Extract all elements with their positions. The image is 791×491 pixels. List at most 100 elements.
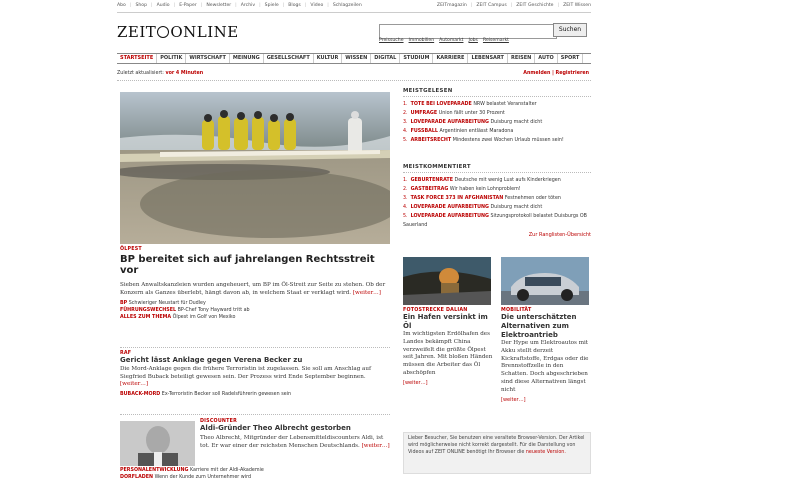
top-link[interactable]: Spiele [265, 3, 279, 8]
search-link[interactable]: Preissuche [379, 38, 404, 43]
top-link[interactable]: Blogs [288, 3, 301, 8]
nav-tab-gesellschaft[interactable]: GESELLSCHAFT [264, 54, 314, 63]
nav-tab-wissen[interactable]: WISSEN [342, 54, 372, 63]
separator: | [470, 3, 473, 8]
related-link[interactable]: BUBACK-MORD Ex-Terroristin Becker soll R… [120, 391, 390, 398]
top-link[interactable]: Shop [135, 3, 147, 8]
last-updated-label: Zuletzt aktualisiert: [117, 71, 164, 76]
ranking-item[interactable]: 2. UMFRAGE Union fällt unter 30 Prozent [403, 109, 591, 118]
last-updated: Zuletzt aktualisiert: vor 4 Minuten [117, 71, 203, 76]
ranking-item[interactable]: 3. LOVEPARADE AUFARBEITUNG Duisburg macht… [403, 118, 591, 127]
ranking-item[interactable]: 4. FUSSBALL Argentinien entlässt Maradona [403, 127, 591, 136]
browser-update-link[interactable]: neueste Version. [526, 450, 566, 455]
nav-tab-politik[interactable]: POLITIK [157, 54, 187, 63]
top-link[interactable]: Newsletter [206, 3, 231, 8]
mobility-more-link[interactable]: [weiter…] [501, 397, 591, 403]
related-title: BP-Chef Tony Hayward tritt ab [177, 308, 250, 314]
lead-related-links: BP Schwieriger Neustart für Dudley FÜHRUN… [120, 300, 390, 321]
mobility-headline[interactable]: Die unterschätzten Alternativen zum Elek… [501, 313, 591, 340]
top-link[interactable]: Audio [157, 3, 170, 8]
top-link[interactable]: Schlagzeilen [333, 3, 362, 8]
top-link-magazine[interactable]: ZEIT Geschichte [516, 3, 553, 8]
zeit-online-logo[interactable]: ZEIT ONLINE [117, 23, 239, 41]
ranking-title: Wir haben kein Lohnproblem! [449, 187, 521, 192]
ranking-overview-link[interactable]: Zur Ranglisten-Übersicht [403, 232, 591, 238]
ranking-item[interactable]: 3. TASK FORCE 373 IN AFGHANISTAN Festnehm… [403, 194, 591, 203]
top-link-magazine[interactable]: ZEITmagazin [437, 3, 467, 8]
ranking-title: Deutsche mit wenig Lust aufs Kinderkrieg… [454, 178, 561, 183]
top-link[interactable]: E-Paper [179, 3, 197, 8]
separator: | [557, 3, 560, 8]
dalian-headline[interactable]: Ein Hafen versinkt im Öl [403, 313, 493, 331]
dalian-more-link[interactable]: [weiter…] [403, 380, 493, 386]
nav-tab-meinung[interactable]: MEINUNG [230, 54, 264, 63]
ranking-kicker: GEBURTENRATE [410, 178, 453, 183]
nav-tab-kultur[interactable]: KULTUR [314, 54, 343, 63]
nav-tab-reisen[interactable]: REISEN [508, 54, 536, 63]
ranking-title: Duisburg macht dicht [490, 205, 543, 210]
top-link[interactable]: Abo [117, 3, 126, 8]
separator: | [235, 3, 237, 8]
discounter-related-links: PERSONALENTWICKLUNG Karriere mit der Ald… [120, 467, 390, 481]
ranking-item[interactable]: 1. TOTE BEI LOVEPARADE NRW belastet Veran… [403, 100, 591, 109]
discounter-headline[interactable]: Aldi-Gründer Theo Albrecht gestorben [200, 424, 390, 433]
ranking-number: 1. [403, 178, 408, 183]
search-link[interactable]: Reisemarkt [483, 38, 509, 43]
ranking-number: 1. [403, 102, 408, 107]
related-kicker: BP [120, 301, 128, 307]
ranking-item[interactable]: 2. GASTBEITRAG Wir haben kein Lohnproblem… [403, 185, 591, 194]
top-link-magazine[interactable]: ZEIT Wissen [563, 3, 591, 8]
ranking-number: 5. [403, 138, 408, 143]
nav-tab-digital[interactable]: DIGITAL [371, 54, 401, 63]
discounter-article: DISCOUNTER Aldi-Gründer Theo Albrecht ge… [120, 414, 390, 480]
search-link[interactable]: Automarkt [439, 38, 463, 43]
ranking-item[interactable]: 4. LOVEPARADE AUFARBEITUNG Duisburg macht… [403, 203, 591, 212]
search-link[interactable]: Jobs [468, 38, 477, 43]
nav-tab-lebensart[interactable]: LEBENSART [468, 54, 508, 63]
lead-more-link[interactable]: [weiter…] [353, 290, 381, 296]
related-link[interactable]: PERSONALENTWICKLUNG Karriere mit der Ald… [120, 467, 390, 474]
nav-tab-karriere[interactable]: KARRIERE [433, 54, 469, 63]
search-input[interactable] [379, 24, 557, 39]
ranking-item[interactable]: 5. ARBEITSRECHT Mindestens zwei Wochen Ur… [403, 136, 591, 145]
nav-tab-sport[interactable]: SPORT [558, 54, 584, 63]
electric-car-image[interactable] [501, 257, 589, 305]
discounter-text: DISCOUNTER Aldi-Gründer Theo Albrecht ge… [200, 419, 390, 450]
lead-headline[interactable]: BP bereitet sich auf jahrelangen Rechtss… [120, 254, 390, 276]
related-link[interactable]: ALLES ZUM THEMA Ölpest im Golf von Mexik… [120, 314, 390, 321]
ranking-title: Argentinien entlässt Maradona [439, 129, 514, 134]
top-link-magazine[interactable]: ZEIT Campus [476, 3, 506, 8]
mobility-teaser: MOBILITÄT Die unterschätzten Alternative… [501, 308, 591, 403]
lead-teaser-text: Sieben Anwaltskanzleien wurden angeheuer… [120, 282, 386, 296]
related-link[interactable]: DORFLADEN Wenn der Kunde zum Unternehmer… [120, 474, 390, 481]
top-link[interactable]: Video [310, 3, 323, 8]
search-links: Preissuche Immobilien Automarkt Jobs Reisema… [379, 38, 509, 43]
nav-tab-auto[interactable]: AUTO [535, 54, 558, 63]
raf-article: RAF Gericht lässt Anklage gegen Verena B… [120, 347, 390, 398]
ranking-item[interactable]: 5. LOVEPARADE AUFARBEITUNG Sitzungsprotok… [403, 212, 591, 230]
separator: | [304, 3, 307, 8]
nav-tab-studium[interactable]: STUDIUM [400, 54, 434, 63]
nav-tab-startseite[interactable]: STARTSEITE [117, 54, 158, 63]
discounter-more-link[interactable]: [weiter…] [362, 443, 390, 449]
ranking-number: 3. [403, 120, 408, 125]
raf-more-link[interactable]: [weiter…] [120, 381, 148, 387]
related-link[interactable]: FÜHRUNGSWECHSEL BP-Chef Tony Hayward tri… [120, 307, 390, 314]
top-link[interactable]: Archiv [241, 3, 255, 8]
albrecht-portrait-image[interactable] [120, 421, 195, 466]
last-updated-value: vor 4 Minuten [165, 71, 204, 76]
discounter-teaser-text: Theo Albrecht, Mitgründer der Lebensmitt… [200, 435, 384, 449]
nav-tab-wirtschaft[interactable]: WIRTSCHAFT [186, 54, 230, 63]
raf-headline[interactable]: Gericht lässt Anklage gegen Verena Becke… [120, 356, 390, 365]
login-register-link[interactable]: Anmelden | Registrieren [523, 71, 589, 76]
search-button[interactable]: Suchen [553, 23, 587, 37]
search-link[interactable]: Immobilien [409, 38, 435, 43]
most-read-list: 1. TOTE BEI LOVEPARADE NRW belastet Veran… [403, 100, 591, 145]
ranking-title: Mindestens zwei Wochen Urlaub müssen sei… [452, 138, 564, 143]
ranking-item[interactable]: 1. GEBURTENRATE Deutsche mit wenig Lust a… [403, 176, 591, 185]
ranking-title: NRW belastet Veranstalter [473, 102, 537, 107]
ranking-kicker: LOVEPARADE AUFARBEITUNG [410, 214, 489, 219]
dalian-oil-image[interactable] [403, 257, 491, 305]
lead-article-image[interactable] [120, 92, 390, 244]
related-link[interactable]: BP Schwieriger Neustart für Dudley [120, 300, 390, 307]
